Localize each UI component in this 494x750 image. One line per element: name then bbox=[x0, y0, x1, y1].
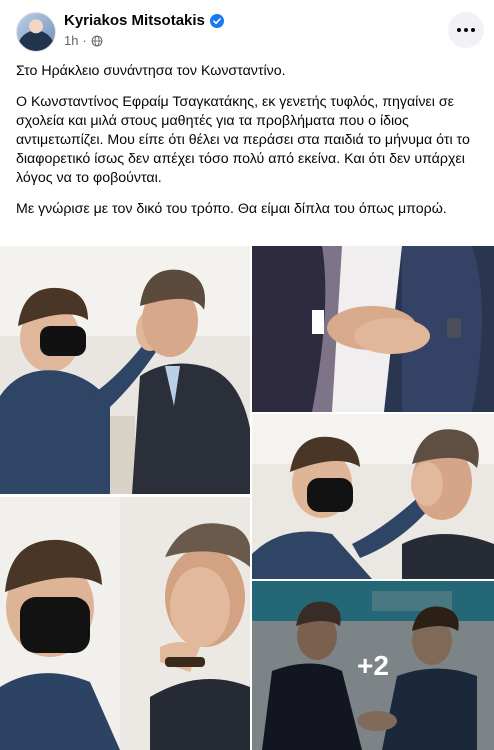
more-options-button[interactable] bbox=[448, 12, 484, 48]
globe-icon bbox=[91, 35, 103, 46]
author-name-row: Kyriakos Mitsotakis bbox=[64, 12, 224, 29]
photo-2[interactable] bbox=[0, 497, 250, 750]
photo-3[interactable] bbox=[252, 246, 494, 412]
post-paragraph: Ο Κωνσταντίνος Εφραίμ Τσαγκατάκης, εκ γε… bbox=[16, 94, 470, 186]
post-text: Στο Ηράκλειο συνάντησα τον Κωνσταντίνο. … bbox=[16, 62, 486, 219]
meta-separator: · bbox=[82, 33, 87, 48]
post-paragraph: Στο Ηράκλειο συνάντησα τον Κωνσταντίνο. bbox=[16, 63, 286, 79]
post-timestamp[interactable]: 1h bbox=[64, 33, 78, 48]
photo-4[interactable] bbox=[252, 414, 494, 579]
author-avatar[interactable] bbox=[16, 12, 56, 52]
post-meta: 1h · bbox=[64, 33, 103, 48]
verified-badge-icon bbox=[209, 13, 224, 28]
more-photos-overlay[interactable]: +2 bbox=[252, 581, 494, 750]
more-options-icon bbox=[457, 28, 461, 32]
photo-5-more[interactable]: +2 bbox=[252, 581, 494, 750]
photo-1[interactable] bbox=[0, 246, 250, 494]
photo-grid: +2 bbox=[0, 246, 494, 750]
post-header: Kyriakos Mitsotakis 1h · bbox=[0, 0, 494, 60]
post-paragraph: Με γνώρισε με τον δικό του τρόπο. Θα είμ… bbox=[16, 201, 447, 217]
facebook-post: Kyriakos Mitsotakis 1h · Στο Ηράκλειο συ… bbox=[0, 0, 494, 750]
author-name[interactable]: Kyriakos Mitsotakis bbox=[64, 12, 205, 29]
more-photos-count: +2 bbox=[357, 649, 389, 681]
